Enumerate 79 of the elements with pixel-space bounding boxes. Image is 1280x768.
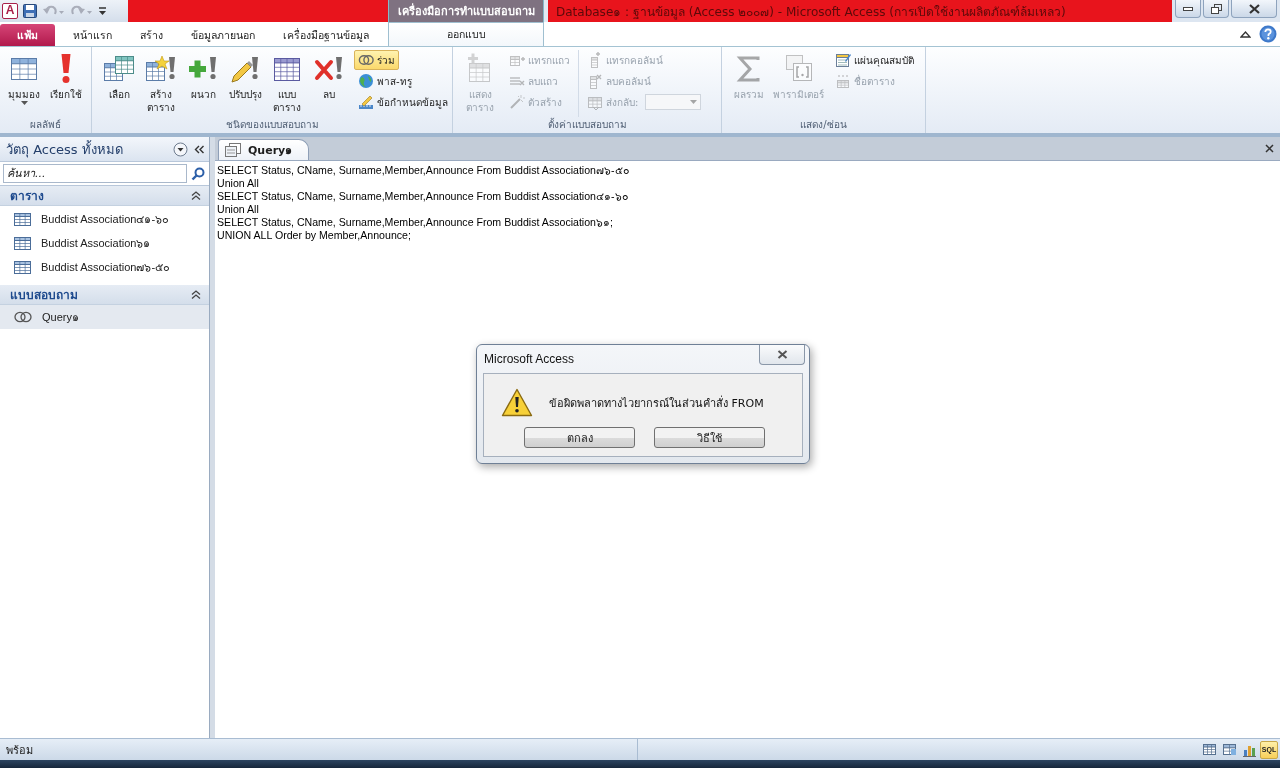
ribbon-button[interactable]: ร่วม <box>354 50 399 70</box>
query-tab-icon <box>225 143 241 157</box>
search-icon[interactable] <box>191 166 205 181</box>
delete-column-icon <box>587 73 603 89</box>
dropdown-caret-icon <box>690 100 698 104</box>
close-icon[interactable] <box>1265 144 1274 153</box>
pivot-table-view-icon <box>1221 742 1237 757</box>
dialog-button[interactable]: วิธีใช้ <box>654 427 765 448</box>
wand-icon <box>509 94 525 110</box>
close-button[interactable] <box>1231 0 1277 18</box>
ribbon-button[interactable]: แผ่นคุณสมบัติ <box>831 50 918 70</box>
sql-line: Union All <box>217 177 259 190</box>
table-icon <box>14 212 31 226</box>
close-icon <box>1248 3 1260 14</box>
group-label: ตั้งค่าแบบสอบถาม <box>546 117 628 132</box>
nav-item[interactable]: Buddist Association๖๑ <box>0 231 209 255</box>
dialog-title: Microsoft Access <box>484 352 575 366</box>
ribbon-button[interactable]: เรียกใช้ <box>45 50 87 117</box>
sql-line: Union All <box>217 203 259 216</box>
ribbon-tab[interactable]: ออกแบบ <box>388 22 544 46</box>
dialog-close-button[interactable] <box>759 345 805 365</box>
pencil-ruler-icon <box>358 94 374 110</box>
two-rings-icon <box>14 311 32 323</box>
close-icon <box>776 350 788 359</box>
ribbon-button[interactable]: ผนวก <box>182 50 224 117</box>
nav-item[interactable]: Query๑ <box>0 305 209 329</box>
table-icon <box>14 236 31 250</box>
nav-group-header[interactable]: ตาราง <box>0 186 209 206</box>
nav-group-header[interactable]: แบบสอบถาม <box>0 285 209 305</box>
sql-line: SELECT Status, CName, Surname,Member,Announce From Buddist Association๔๑-๖๐ <box>217 190 628 203</box>
exclamation-icon <box>61 54 71 84</box>
ribbon-tab[interactable]: สร้าง <box>126 24 177 46</box>
ribbon-tab[interactable]: ข้อมูลภายนอก <box>177 24 269 46</box>
table-names-icon <box>835 73 851 89</box>
ribbon-button[interactable]: ปรับปรุง <box>224 50 266 117</box>
sql-line: UNION ALL Order by Member,Announce; <box>217 229 411 242</box>
help-icon[interactable] <box>1259 25 1277 43</box>
window-title: Database๑ : ฐานข้อมูล (Access ๒๐๐๗) - Microsoft Access (การเปิดใช้งานผลิตภัณฑ์ล้มเหลว) <box>548 0 1172 22</box>
warning-icon <box>501 388 533 417</box>
two-rings-icon <box>358 52 374 68</box>
ribbon-button[interactable]: แบบ ตาราง <box>266 50 308 117</box>
restore-button[interactable] <box>1203 0 1229 18</box>
datasheet-view-icon <box>1201 742 1217 757</box>
nav-pane-title: วัตถุ Access ทั้งหมด <box>6 139 124 160</box>
search-field[interactable]: ค้นหา... <box>3 164 187 183</box>
dialog-button[interactable]: ตกลง <box>524 427 635 448</box>
nav-item[interactable]: Buddist Association๔๑-๖๐ <box>0 207 209 231</box>
ribbon-tab[interactable]: เครื่องมือฐานข้อมูล <box>269 24 383 46</box>
table-icon <box>14 260 31 274</box>
nav-item[interactable]: Buddist Association๗๖-๕๐ <box>0 255 209 279</box>
ribbon-button[interactable]: สร้าง ตาราง <box>140 50 182 117</box>
ribbon-button[interactable]: ข้อกำหนดข้อมูล <box>354 92 452 112</box>
dialog-message: ข้อผิดพลาดทางไวยากรณ์ในส่วนคำสั่ง FROM <box>549 394 764 412</box>
ribbon-button[interactable]: มุมมอง <box>3 50 45 117</box>
ribbon-button[interactable]: เลือก <box>98 50 140 117</box>
ribbon-tab[interactable]: หน้าแรก <box>59 24 126 46</box>
property-sheet-icon <box>835 52 851 68</box>
ribbon-tab[interactable]: แฟ้ม <box>0 24 55 46</box>
minimize-icon <box>1183 6 1193 11</box>
customize-toolbar-icon[interactable] <box>98 5 107 17</box>
collapse-pane-icon[interactable] <box>194 144 205 154</box>
sql-line: SELECT Status, CName, Surname,Member,Announce From Buddist Association๖๑; <box>217 216 613 229</box>
group-label: ผลลัพธ์ <box>29 118 62 132</box>
document-tab[interactable]: Query๑ <box>218 139 310 160</box>
group-label: ชนิดของแบบสอบถาม <box>224 118 320 132</box>
restore-icon <box>1210 3 1222 14</box>
ribbon-button[interactable]: ลบ <box>308 50 350 117</box>
collapse-ribbon-icon[interactable] <box>1240 30 1251 38</box>
contextual-tab-header: เครื่องมือการทำแบบสอบถาม <box>388 0 544 22</box>
minimize-button[interactable] <box>1175 0 1201 18</box>
app-logo: A <box>2 3 18 19</box>
group-label: แสดง/ซ่อน <box>799 118 848 132</box>
status-text: พร้อม <box>6 742 33 759</box>
globe-icon <box>358 73 374 89</box>
save-icon[interactable] <box>22 3 38 19</box>
dropdown-circle-icon[interactable] <box>173 141 188 157</box>
return-label: ส่งกลับ: <box>606 95 639 110</box>
sql-line: SELECT Status, CName, Surname,Member,Announce From Buddist Association๗๖-๕๐ <box>217 164 629 177</box>
ribbon-button[interactable]: พาส-ทรู <box>354 71 416 91</box>
